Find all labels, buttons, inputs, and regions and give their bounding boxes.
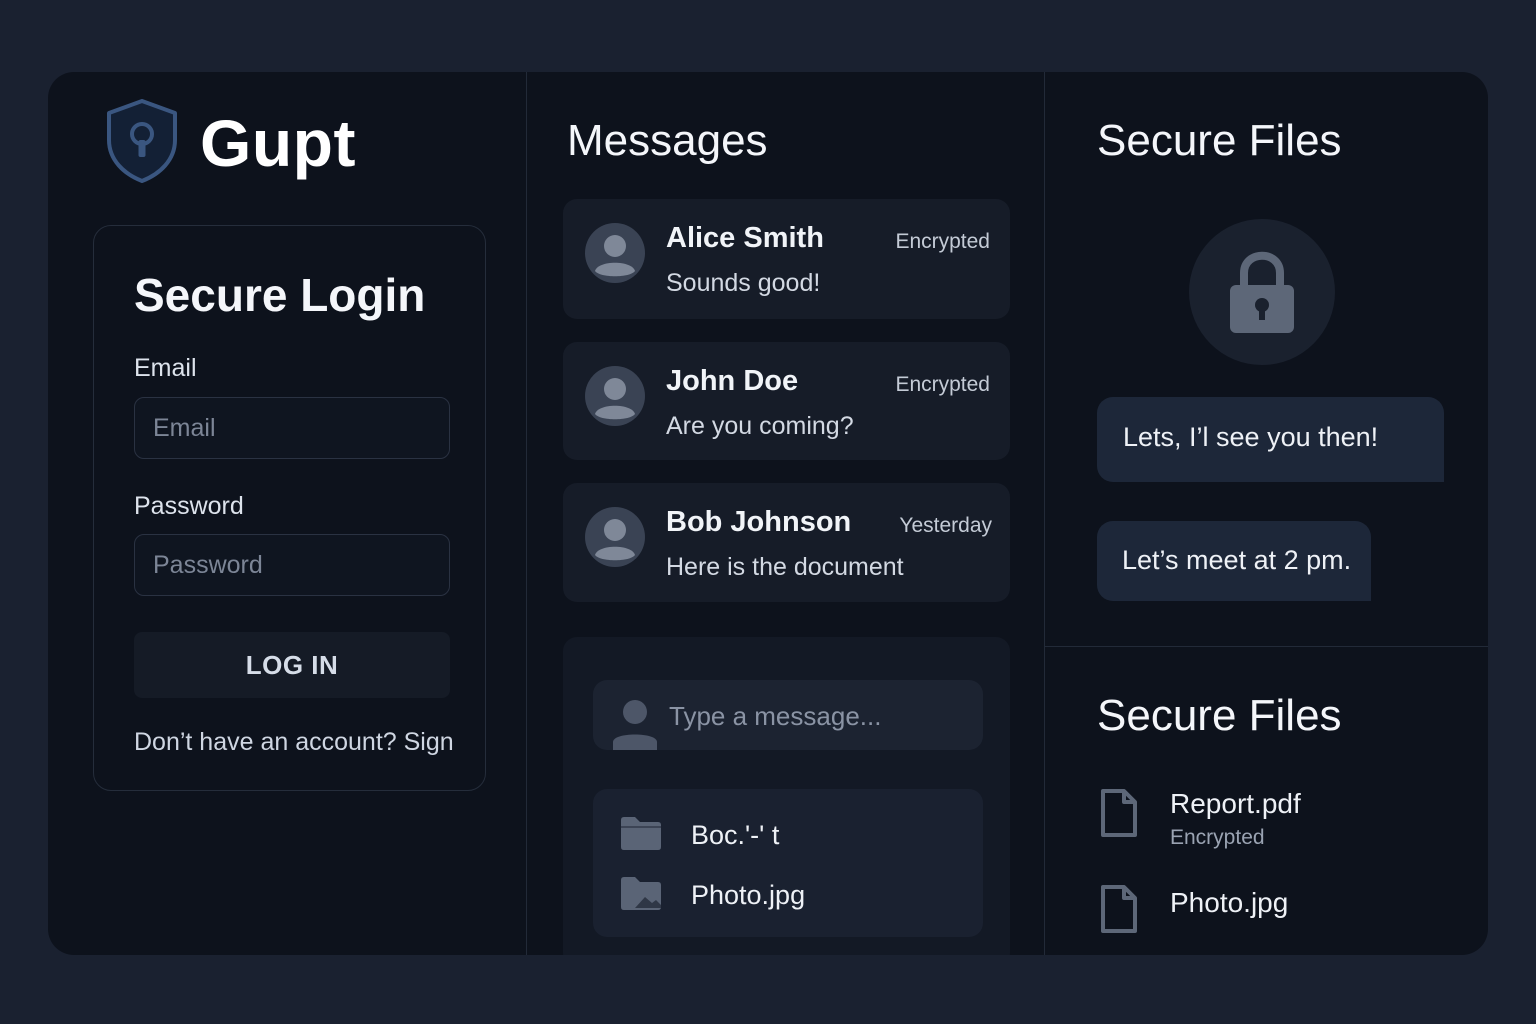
attachment-name: Boc.'-' t: [691, 819, 780, 850]
contact-name: Alice Smith: [666, 222, 824, 254]
shield-keyhole-icon: [104, 98, 180, 189]
timestamp: Yesterday: [899, 514, 992, 537]
login-card: Secure Login Email Password LOG IN Don’t…: [93, 225, 486, 791]
section-divider: [1045, 646, 1488, 647]
login-title: Secure Login: [134, 269, 426, 321]
user-avatar-icon: [585, 506, 645, 568]
conversation-item[interactable]: John Doe Are you coming? Encrypted: [563, 342, 1010, 460]
email-label: Email: [134, 354, 197, 382]
attachment-name: Photo.jpg: [691, 879, 806, 910]
signup-link[interactable]: Don’t have an account? Sign: [134, 728, 454, 757]
password-label: Password: [134, 492, 244, 520]
file-name: Photo.jpg: [1170, 887, 1289, 918]
column-divider: [1044, 72, 1045, 955]
document-icon: [1100, 884, 1138, 939]
file-status: Encrypted: [1170, 826, 1265, 849]
column-divider: [526, 72, 527, 955]
attachment-list: Boc.'-' t Photo.jpg: [593, 789, 983, 937]
email-field[interactable]: [134, 397, 450, 459]
compose-panel: Type a message... Boc.'-' t Photo.jpg: [563, 637, 1010, 955]
user-avatar-icon: [585, 222, 645, 284]
message-preview: Are you coming?: [666, 412, 854, 440]
lock-badge: [1189, 219, 1335, 365]
folder-icon: [619, 815, 663, 856]
messages-title: Messages: [567, 116, 768, 165]
message-preview: Here is the document: [666, 553, 904, 581]
chat-bubble: Lets, I’l see you then!: [1097, 397, 1444, 482]
message-input[interactable]: Type a message...: [593, 680, 983, 750]
password-field[interactable]: [134, 534, 450, 596]
conversation-item[interactable]: Bob Johnson Here is the document Yesterd…: [563, 483, 1010, 602]
file-name: Report.pdf: [1170, 788, 1301, 819]
brand-name: Gupt: [200, 106, 356, 180]
encryption-status: Encrypted: [895, 230, 990, 253]
conversation-item[interactable]: Alice Smith Sounds good! Encrypted: [563, 199, 1010, 319]
document-icon: [1100, 788, 1138, 843]
contact-name: Bob Johnson: [666, 506, 852, 538]
attachment-item[interactable]: Boc.'-' t: [619, 815, 779, 855]
message-placeholder: Type a message...: [669, 701, 882, 731]
image-folder-icon: [619, 875, 663, 916]
user-avatar-icon: [585, 365, 645, 427]
secure-files-title: Secure Files: [1097, 116, 1342, 165]
file-item[interactable]: Photo.jpg: [1100, 884, 1288, 939]
attachment-item[interactable]: Photo.jpg: [619, 875, 805, 915]
app-window: Gupt Secure Login Email Password LOG IN …: [48, 72, 1488, 955]
brand: Gupt: [104, 98, 356, 188]
chat-bubble: Let’s meet at 2 pm.: [1097, 521, 1371, 601]
encryption-status: Encrypted: [895, 373, 990, 396]
login-button[interactable]: LOG IN: [134, 632, 450, 698]
secure-files-title: Secure Files: [1097, 691, 1342, 740]
file-item[interactable]: Report.pdf Encrypted: [1100, 788, 1301, 850]
message-preview: Sounds good!: [666, 269, 821, 297]
contact-name: John Doe: [666, 365, 799, 397]
